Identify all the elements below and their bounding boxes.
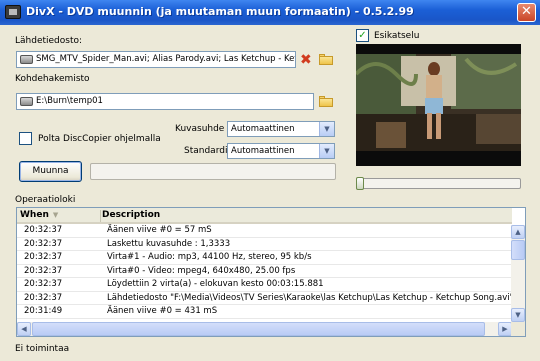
- target-field[interactable]: E:\Burn\temp01: [16, 93, 314, 110]
- target-value: E:\Burn\temp01: [36, 96, 103, 106]
- standard-value: Automaattinen: [231, 146, 295, 156]
- burn-label: Polta DiscCopier ohjelmalla: [38, 134, 161, 144]
- column-header-description[interactable]: Description: [102, 210, 160, 220]
- title-bar[interactable]: DivX - DVD muunnin (ja muutaman muun for…: [0, 0, 540, 25]
- column-separator: [100, 210, 101, 222]
- row-time: 20:32:37: [24, 279, 63, 289]
- file-icon: [20, 55, 33, 64]
- browse-source-folder-icon[interactable]: [319, 54, 333, 65]
- status-text: Ei toimintaa: [15, 344, 70, 354]
- burn-checkbox[interactable]: [19, 132, 32, 145]
- aspect-value: Automaattinen: [231, 124, 295, 134]
- source-label: Lähdetiedosto:: [15, 36, 83, 46]
- horizontal-scroll-thumb[interactable]: [32, 322, 485, 336]
- table-row[interactable]: 20:32:37 Löydettiin 2 virta(a) - elokuvan…: [17, 278, 512, 292]
- scrollbar-corner: [511, 322, 525, 336]
- convert-button[interactable]: Muunna: [19, 161, 82, 182]
- main-window: DivX - DVD muunnin (ja muutaman muun for…: [0, 0, 540, 361]
- table-row[interactable]: 20:31:49 Äänen viive #0 = 431 mS: [17, 305, 512, 319]
- chevron-down-icon[interactable]: ▼: [319, 144, 334, 158]
- row-description: Löydettiin 2 virta(a) - elokuvan kesto 0…: [107, 279, 324, 289]
- log-label: Operaatioloki: [15, 195, 76, 205]
- target-label: Kohdehakemisto: [15, 74, 90, 84]
- log-header: When ▼ Description: [17, 208, 512, 224]
- row-time: 20:32:37: [24, 225, 63, 235]
- standard-select[interactable]: Automaattinen ▼: [227, 143, 335, 159]
- row-description: Äänen viive #0 = 431 mS: [107, 306, 218, 316]
- row-time: 20:32:37: [24, 292, 63, 303]
- row-description: Äänen viive #0 = 57 mS: [107, 225, 212, 235]
- video-preview: [356, 44, 521, 166]
- table-row[interactable]: 20:32:37 Virta#1 - Audio: mp3, 44100 Hz, …: [17, 251, 512, 265]
- vertical-scrollbar[interactable]: ▲ ▼: [511, 225, 525, 322]
- log-list[interactable]: When ▼ Description 20:32:37 Äänen viive #0…: [16, 207, 526, 337]
- row-description: Virta#1 - Audio: mp3, 44100 Hz, stereo, …: [107, 252, 312, 262]
- browse-target-folder-icon[interactable]: [319, 96, 333, 107]
- table-row[interactable]: 20:32:37 Laskettu kuvasuhde : 1,3333: [17, 238, 512, 251]
- row-description: Virta#0 - Video: mpeg4, 640x480, 25.00 f…: [107, 265, 296, 276]
- slider-thumb[interactable]: [356, 177, 364, 190]
- row-time: 20:32:37: [24, 252, 63, 262]
- progress-bar: [90, 163, 336, 180]
- scroll-up-icon[interactable]: ▲: [511, 225, 525, 239]
- horizontal-scrollbar[interactable]: ◀ ▶: [17, 322, 512, 336]
- folder-icon: [20, 97, 33, 106]
- row-time: 20:32:37: [24, 238, 63, 249]
- table-row[interactable]: 20:32:37 Virta#0 - Video: mpeg4, 640x480,…: [17, 265, 512, 278]
- preview-checkbox[interactable]: ✓: [356, 29, 369, 42]
- table-row[interactable]: 20:32:37 Äänen viive #0 = 57 mS: [17, 224, 512, 238]
- aspect-select[interactable]: Automaattinen ▼: [227, 121, 335, 137]
- close-button[interactable]: ✕: [517, 3, 536, 22]
- row-time: 20:32:37: [24, 265, 63, 276]
- row-time: 20:31:49: [24, 306, 63, 316]
- row-description: Lähdetiedosto "F:\Media\Videos\TV Series…: [107, 292, 514, 303]
- vertical-scroll-thumb[interactable]: [511, 240, 525, 260]
- window-title: DivX - DVD muunnin (ja muutaman muun for…: [26, 5, 414, 18]
- chevron-down-icon[interactable]: ▼: [319, 122, 334, 136]
- scroll-down-icon[interactable]: ▼: [511, 308, 525, 322]
- preview-label: Esikatselu: [374, 31, 420, 41]
- scroll-right-icon[interactable]: ▶: [498, 322, 512, 336]
- log-rows: 20:32:37 Äänen viive #0 = 57 mS 20:32:37 L…: [17, 224, 514, 319]
- row-description: Laskettu kuvasuhde : 1,3333: [107, 238, 231, 249]
- aspect-label: Kuvasuhde: [175, 124, 225, 134]
- delete-icon[interactable]: ✖: [300, 53, 312, 67]
- sort-arrow-icon: ▼: [52, 211, 59, 219]
- source-field[interactable]: SMG_MTV_Spider_Man.avi; Alias Parody.avi…: [16, 51, 296, 68]
- table-row[interactable]: 20:32:37 Lähdetiedosto "F:\Media\Videos\T…: [17, 292, 514, 305]
- source-value: SMG_MTV_Spider_Man.avi; Alias Parody.avi…: [36, 54, 296, 64]
- column-header-when[interactable]: When ▼: [20, 210, 100, 220]
- preview-slider[interactable]: [356, 177, 521, 190]
- app-icon: [5, 5, 21, 19]
- scroll-left-icon[interactable]: ◀: [17, 322, 31, 336]
- video-frame-image: [356, 44, 521, 166]
- standard-label: Standardi: [184, 146, 228, 156]
